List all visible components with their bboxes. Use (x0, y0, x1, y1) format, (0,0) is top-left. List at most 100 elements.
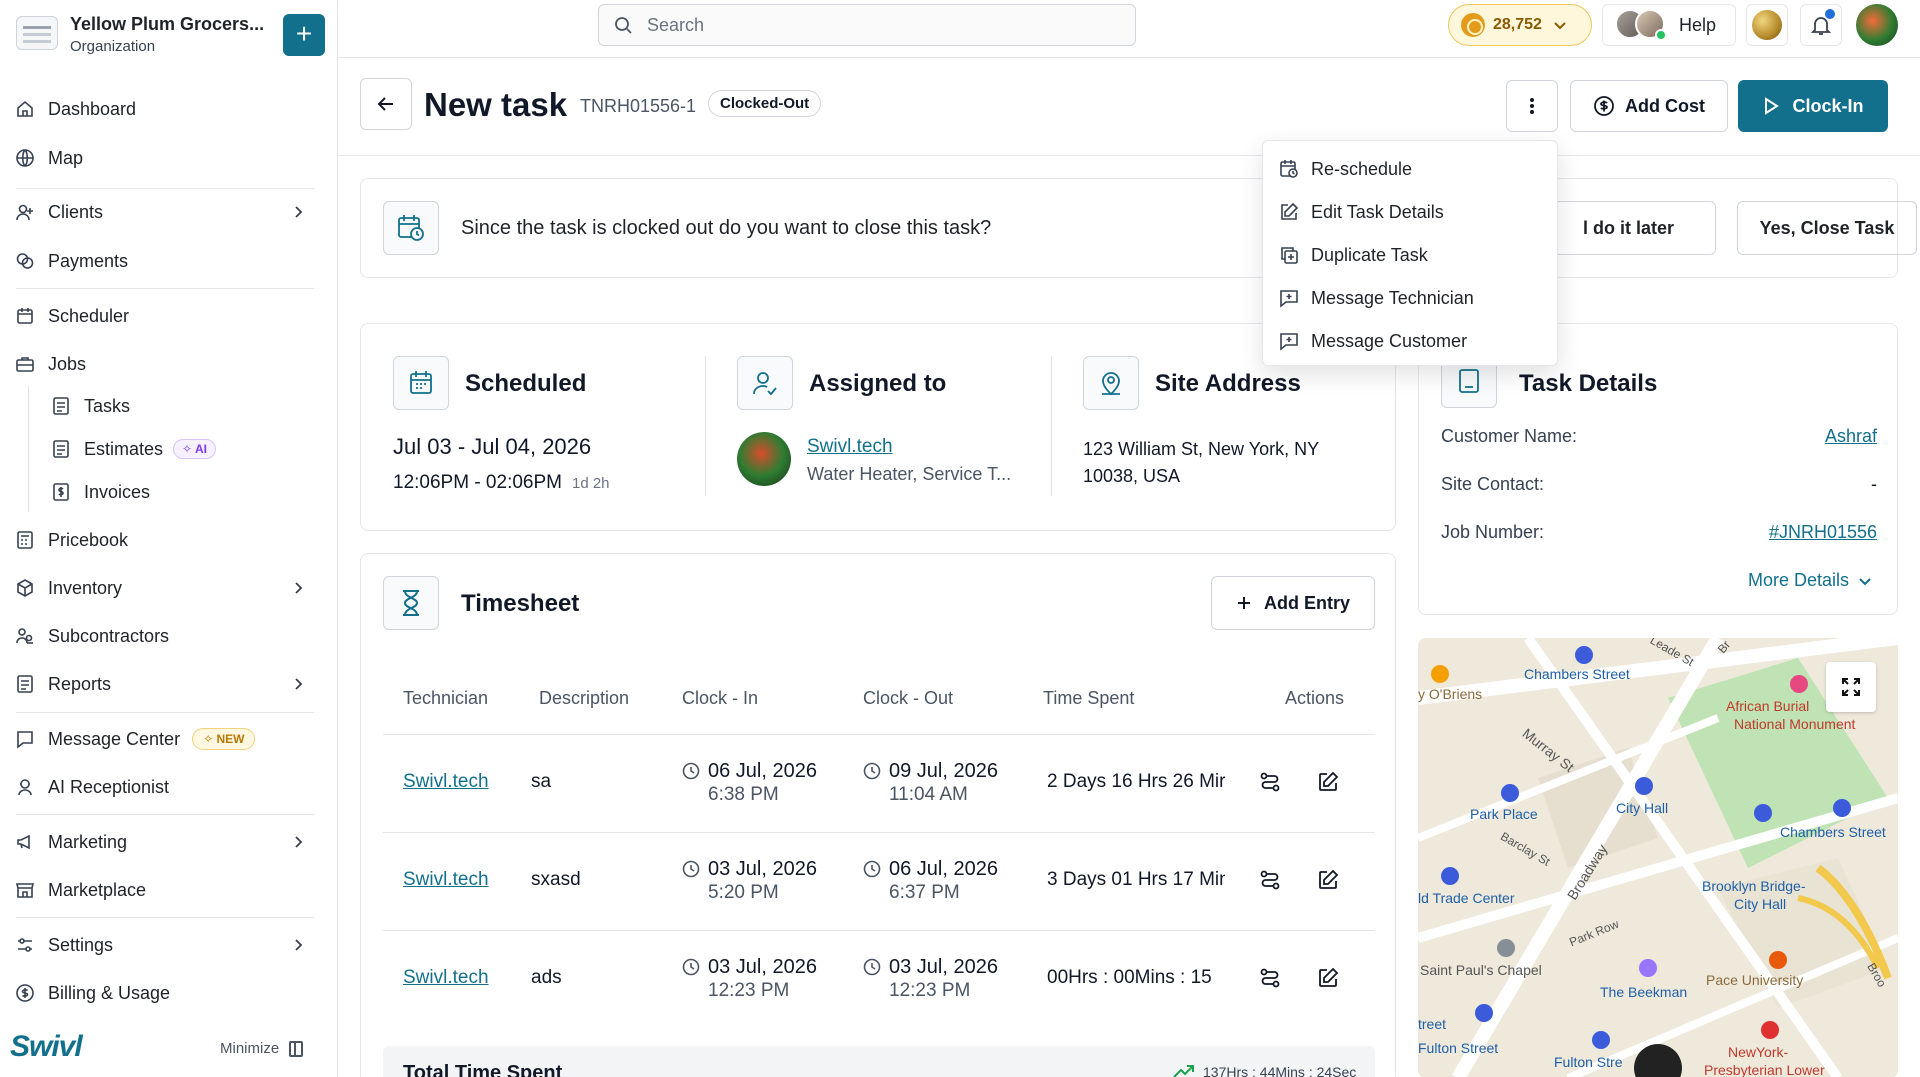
sidebar-item-tasks[interactable]: Tasks (50, 386, 310, 426)
sidebar-item-invoices[interactable]: Invoices (50, 472, 310, 512)
map-label: Brooklyn Bridge- (1702, 878, 1806, 894)
org-switcher[interactable]: Yellow Plum Grocers... Organization + (14, 12, 326, 58)
coin-icon (1461, 13, 1485, 37)
assignee-link[interactable]: Swivl.tech (807, 436, 893, 458)
technician-link[interactable]: Swivl.tech (403, 869, 489, 891)
clock-in-cell: 03 Jul, 2026 5:20 PM (682, 857, 817, 905)
sidebar-item-inventory[interactable]: Inventory (14, 568, 314, 608)
edit-icon[interactable] (1317, 869, 1339, 891)
divider (705, 356, 706, 496)
add-entry-button[interactable]: Add Entry (1211, 576, 1375, 630)
sidebar-item-scheduler[interactable]: Scheduler (14, 296, 314, 336)
calendar-clock-icon (383, 201, 439, 255)
page-title: New task (424, 86, 568, 123)
sliders-icon (14, 934, 36, 956)
site-map[interactable]: Chambers Street y O'Briens African Buria… (1418, 638, 1898, 1077)
route-icon[interactable] (1259, 771, 1281, 793)
hourglass-icon (383, 576, 439, 630)
map-label: Saint Paul's Chapel (1420, 962, 1542, 978)
sidebar-item-estimates[interactable]: Estimates ✧ AI (50, 429, 310, 469)
search-box[interactable] (598, 4, 1136, 46)
menu-item-message-technician[interactable]: Message Technician (1279, 280, 1543, 316)
task-details-card: Task Details Customer Name: Ashraf Site … (1418, 323, 1898, 615)
more-options-button[interactable] (1506, 80, 1558, 132)
sidebar-item-label: Inventory (48, 577, 123, 598)
edit-icon[interactable] (1317, 771, 1339, 793)
sidebar-item-label: Tasks (84, 395, 131, 416)
edit-icon (1279, 202, 1311, 222)
sidebar-item-reports[interactable]: Reports (14, 664, 314, 704)
site-address: 123 William St, New York, NY 10038, USA (1083, 439, 1320, 486)
technician-link[interactable]: Swivl.tech (403, 967, 489, 989)
globe-icon (1752, 10, 1782, 40)
more-details-button[interactable]: More Details (1748, 570, 1873, 591)
sidebar-item-map[interactable]: Map (14, 138, 314, 178)
route-icon[interactable] (1259, 967, 1281, 989)
sidebar-item-ai-receptionist[interactable]: AI Receptionist (14, 767, 314, 807)
technician-link[interactable]: Swivl.tech (403, 771, 489, 793)
box-icon (14, 577, 36, 599)
sidebar-item-jobs[interactable]: Jobs (14, 344, 314, 384)
customer-link[interactable]: Ashraf (1825, 426, 1877, 447)
task-info-card: Scheduled Jul 03 - Jul 04, 2026 12:06PM … (360, 323, 1396, 531)
route-icon[interactable] (1259, 869, 1281, 891)
chevron-right-icon (288, 202, 308, 222)
divider (16, 917, 314, 918)
sidebar-item-payments[interactable]: Payments (14, 241, 314, 281)
menu-item-duplicate-task[interactable]: Duplicate Task (1279, 237, 1543, 273)
sidebar-item-clients[interactable]: Clients (14, 192, 314, 232)
sidebar-item-message-center[interactable]: Message Center ✧ NEW (14, 719, 314, 759)
sidebar-item-label: Marketplace (48, 879, 147, 900)
add-cost-button[interactable]: Add Cost (1570, 80, 1728, 132)
notification-dot (1825, 9, 1835, 19)
user-check-icon (737, 356, 793, 410)
sidebar-item-label: Invoices (84, 481, 151, 502)
brand-logo: Swivl (10, 1030, 83, 1063)
divider (16, 188, 314, 189)
column-header: Clock - In (682, 688, 759, 708)
scheduled-date: Jul 03 - Jul 04, 2026 (393, 434, 592, 459)
document-icon (50, 438, 72, 460)
job-number-link[interactable]: #JNRH01556 (1769, 522, 1877, 543)
sidebar-item-marketplace[interactable]: Marketplace (14, 870, 314, 910)
task-id: TNRH01556-1 (580, 96, 697, 116)
do-it-later-button[interactable]: l do it later (1541, 201, 1716, 255)
sidebar-item-marketing[interactable]: Marketing (14, 822, 314, 862)
map-fullscreen-button[interactable] (1826, 662, 1876, 712)
description-cell: sxasd (531, 869, 581, 890)
sidebar-item-label: Dashboard (48, 98, 137, 119)
play-icon (1762, 97, 1792, 115)
add-button[interactable]: + (283, 14, 325, 56)
coins-button[interactable]: 28,752 (1448, 4, 1592, 46)
edit-icon[interactable] (1317, 967, 1339, 989)
minimize-button[interactable]: Minimize (220, 1040, 304, 1057)
help-button[interactable]: Help (1602, 4, 1736, 46)
globe-button[interactable] (1746, 4, 1788, 46)
site-heading: Site Address (1155, 370, 1301, 397)
menu-item-message-customer[interactable]: Message Customer (1279, 323, 1543, 359)
page-header: New task TNRH01556-1 Clocked-Out Add Cos… (338, 58, 1920, 156)
kebab-icon (1529, 96, 1535, 116)
sidebar-item-billing[interactable]: Billing & Usage (14, 973, 314, 1013)
sidebar-item-pricebook[interactable]: Pricebook (14, 520, 314, 560)
sidebar-item-subcontractors[interactable]: Subcontractors (14, 616, 314, 656)
back-button[interactable] (360, 78, 412, 130)
close-task-button[interactable]: Yes, Close Task (1737, 201, 1917, 255)
menu-item-reschedule[interactable]: Re-schedule (1279, 151, 1543, 187)
user-avatar[interactable] (1856, 4, 1898, 46)
sidebar-item-settings[interactable]: Settings (14, 925, 314, 965)
task-details-heading: Task Details (1519, 370, 1658, 397)
notifications-button[interactable] (1800, 4, 1842, 46)
topbar: 28,752 Help (338, 0, 1920, 58)
clock-in-button[interactable]: Clock-In (1738, 80, 1888, 132)
description-cell: sa (531, 771, 552, 792)
divider (1051, 356, 1052, 496)
timesheet-card: Timesheet Add Entry Technician Descripti… (360, 553, 1396, 1077)
sidebar-item-label: Reports (48, 673, 112, 694)
map-label: treet (1418, 1016, 1447, 1032)
calendar-clock-icon (1279, 159, 1311, 179)
menu-item-edit-task[interactable]: Edit Task Details (1279, 194, 1543, 230)
sidebar-item-label: Pricebook (48, 529, 129, 550)
sidebar-item-dashboard[interactable]: Dashboard (14, 89, 314, 129)
search-input[interactable] (647, 14, 1107, 36)
